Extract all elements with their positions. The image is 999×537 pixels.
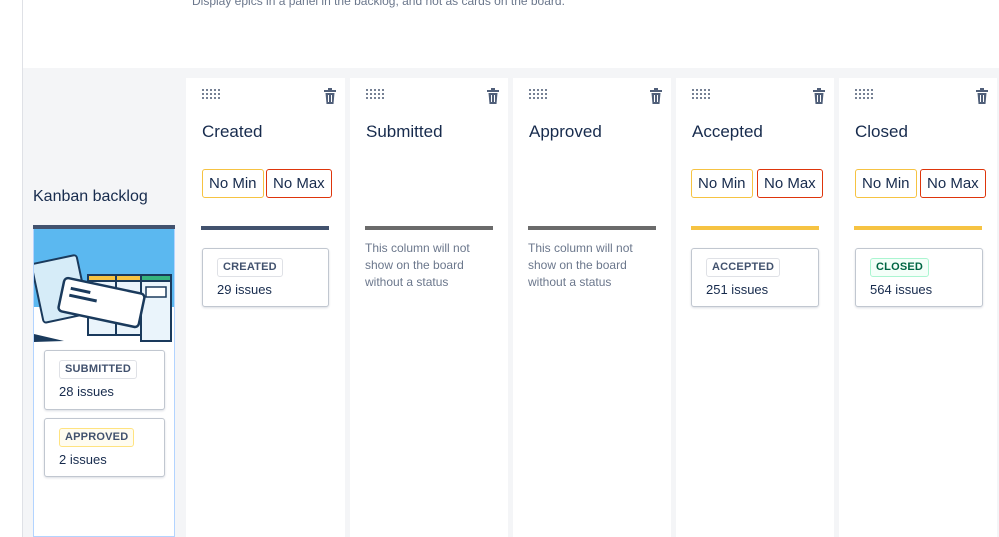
max-limit-button[interactable]: No Max bbox=[266, 169, 332, 198]
column-created[interactable]: Created No Min No Max CREATED 29 issues bbox=[186, 78, 345, 537]
issue-count: 2 issues bbox=[59, 452, 107, 467]
column-accepted[interactable]: Accepted No Min No Max ACCEPTED 251 issu… bbox=[676, 78, 834, 537]
column-submitted[interactable]: Submitted This column will not show on t… bbox=[350, 78, 508, 537]
status-lozenge: APPROVED bbox=[59, 428, 135, 447]
max-limit-button[interactable]: No Max bbox=[757, 169, 823, 198]
no-status-note: This column will not show on the board w… bbox=[528, 241, 633, 289]
column-title[interactable]: Accepted bbox=[692, 122, 763, 142]
trash-icon[interactable] bbox=[649, 88, 663, 104]
trash-icon[interactable] bbox=[323, 88, 337, 104]
column-title[interactable]: Created bbox=[202, 122, 262, 142]
status-lozenge: SUBMITTED bbox=[59, 360, 137, 379]
issue-count: 29 issues bbox=[217, 282, 272, 297]
column-status-bar bbox=[691, 226, 819, 230]
column-status-bar bbox=[528, 226, 656, 230]
column-title[interactable]: Approved bbox=[529, 122, 602, 142]
min-limit-button[interactable]: No Min bbox=[691, 169, 753, 198]
no-status-note: This column will not show on the board w… bbox=[365, 241, 470, 289]
drag-handle-icon[interactable] bbox=[365, 88, 385, 100]
min-limit-button[interactable]: No Min bbox=[855, 169, 917, 198]
trash-icon[interactable] bbox=[812, 88, 826, 104]
trash-icon[interactable] bbox=[486, 88, 500, 104]
trash-icon[interactable] bbox=[975, 88, 989, 104]
status-card-created[interactable]: CREATED 29 issues bbox=[202, 248, 329, 307]
backlog-illustration bbox=[34, 229, 174, 342]
issue-count: 564 issues bbox=[870, 282, 933, 297]
column-status-bar bbox=[365, 226, 493, 230]
column-title[interactable]: Submitted bbox=[366, 122, 443, 142]
drag-handle-icon[interactable] bbox=[201, 88, 221, 100]
epics-panel-description: Display epics in a panel in the backlog,… bbox=[192, 0, 565, 8]
column-approved[interactable]: Approved This column will not show on th… bbox=[513, 78, 671, 537]
status-lozenge: ACCEPTED bbox=[706, 258, 781, 277]
column-status-bar bbox=[854, 226, 982, 230]
status-card-accepted[interactable]: ACCEPTED 251 issues bbox=[691, 248, 819, 307]
issue-count: 251 issues bbox=[706, 282, 769, 297]
drag-handle-icon[interactable] bbox=[528, 88, 548, 100]
issue-count: 28 issues bbox=[59, 384, 114, 399]
drag-handle-icon[interactable] bbox=[854, 88, 874, 100]
backlog-card-approved[interactable]: APPROVED 2 issues bbox=[44, 418, 165, 477]
column-closed[interactable]: Closed No Min No Max CLOSED 564 issues bbox=[839, 78, 997, 537]
backlog-title: Kanban backlog bbox=[33, 188, 148, 205]
status-lozenge: CLOSED bbox=[870, 258, 930, 277]
column-title[interactable]: Closed bbox=[855, 122, 908, 142]
status-lozenge: CREATED bbox=[217, 258, 283, 277]
min-limit-button[interactable]: No Min bbox=[202, 169, 264, 198]
backlog-card-submitted[interactable]: SUBMITTED 28 issues bbox=[44, 350, 165, 410]
column-status-bar bbox=[201, 226, 329, 230]
max-limit-button[interactable]: No Max bbox=[920, 169, 986, 198]
status-card-closed[interactable]: CLOSED 564 issues bbox=[855, 248, 983, 307]
drag-handle-icon[interactable] bbox=[691, 88, 711, 100]
